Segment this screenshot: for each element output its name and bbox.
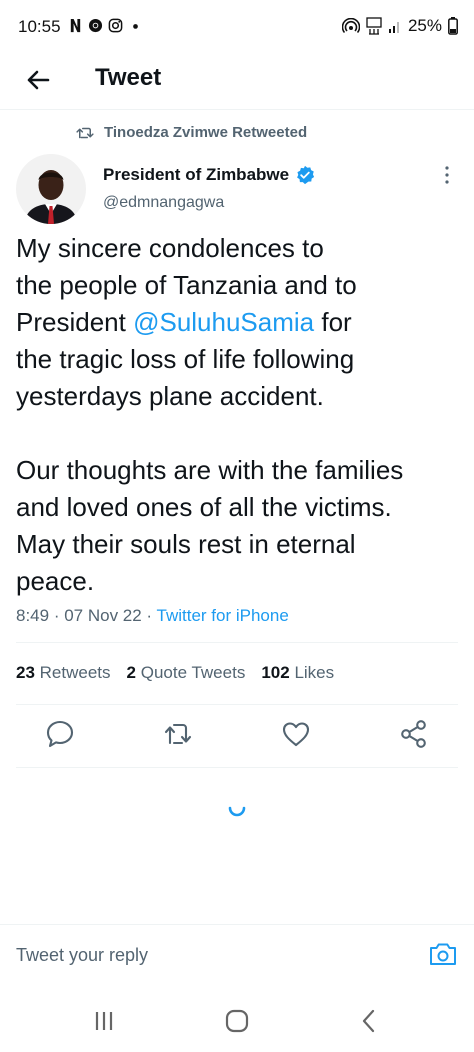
retweeted-by-label: Tinoedza Zvimwe Retweeted <box>104 124 308 141</box>
quote-tweets-label: Quote Tweets <box>140 663 246 682</box>
tweet-date[interactable]: 07 Nov 22 <box>64 606 142 625</box>
notification-icons <box>68 18 143 33</box>
tweet-text-segment: for <box>314 307 352 337</box>
dot-icon <box>133 24 138 29</box>
retweets-count: 23 <box>16 663 35 682</box>
retweets-label: Retweets <box>39 663 111 682</box>
retweet-icon <box>76 127 94 138</box>
divider <box>16 704 458 705</box>
tweet-stats: 23 Retweets 2 Quote Tweets 102 Likes <box>16 663 334 683</box>
battery-percent: 25% <box>407 16 442 35</box>
avatar-image <box>16 154 86 224</box>
system-navigation-bar <box>0 988 474 1052</box>
reply-bar: Tweet your reply <box>0 924 474 984</box>
avatar[interactable] <box>16 154 86 224</box>
chrome-icon <box>88 18 103 33</box>
retweet-context[interactable]: Tinoedza Zvimwe Retweeted <box>76 124 307 141</box>
author-name[interactable]: President of Zimbabwe <box>103 165 315 185</box>
likes-count: 102 <box>261 663 290 682</box>
back-arrow-icon[interactable] <box>22 64 54 96</box>
verified-badge-icon <box>297 165 315 185</box>
battery-icon <box>448 17 458 35</box>
meta-separator: · <box>141 606 157 625</box>
likes-label: Likes <box>294 663 335 682</box>
tweet-text-segment: President <box>16 307 134 337</box>
meta-separator: · <box>49 606 65 625</box>
quote-tweets-stat[interactable]: 2 Quote Tweets <box>127 663 246 683</box>
quote-tweets-count: 2 <box>126 663 136 682</box>
netflix-icon <box>70 18 81 33</box>
like-icon[interactable] <box>281 718 311 750</box>
tweet-meta: 8:49 · 07 Nov 22 · Twitter for iPhone <box>16 606 289 626</box>
reply-input[interactable]: Tweet your reply <box>16 945 148 966</box>
tweet-line: President @SuluhuSamia for <box>16 304 461 341</box>
camera-icon[interactable] <box>428 939 458 969</box>
volte-icon <box>366 17 382 35</box>
author-handle[interactable]: @edmnangagwa <box>103 194 224 212</box>
back-icon[interactable] <box>356 1008 382 1034</box>
reply-icon[interactable] <box>45 718 75 750</box>
tweet-text: My sincere condolences to the people of … <box>16 230 461 600</box>
page-title: Tweet <box>95 64 162 91</box>
signal-icon <box>388 22 399 33</box>
retweets-stat[interactable]: 23 Retweets <box>16 663 111 683</box>
tweet-line: May their souls rest in eternal <box>16 529 356 559</box>
instagram-icon <box>108 18 123 33</box>
author-name-text: President of Zimbabwe <box>103 165 290 184</box>
tweet-source-link[interactable]: Twitter for iPhone <box>157 606 289 625</box>
tweet-line: Our thoughts are with the families <box>16 455 404 485</box>
loading-spinner-icon <box>228 806 246 817</box>
home-icon[interactable] <box>224 1008 250 1034</box>
tweet-line: My sincere condolences to <box>16 233 324 263</box>
tweet-line: yesterdays plane accident. <box>16 381 324 411</box>
divider <box>16 767 458 768</box>
tweet-line: peace. <box>16 566 95 596</box>
share-icon[interactable] <box>399 718 429 750</box>
recent-apps-icon[interactable] <box>91 1008 117 1034</box>
tweet-time[interactable]: 8:49 <box>16 606 49 625</box>
retweet-icon[interactable] <box>163 718 193 750</box>
tweet-actions <box>0 718 474 754</box>
more-options-icon[interactable] <box>439 164 455 186</box>
tweet-line: and loved ones of all the victims. <box>16 492 392 522</box>
app-header: Tweet <box>0 52 474 110</box>
status-bar: 10:55 25% <box>0 0 474 52</box>
likes-stat[interactable]: 102 Likes <box>261 663 334 683</box>
hotspot-icon <box>341 18 360 34</box>
tweet-line: the tragic loss of life following <box>16 344 355 374</box>
status-time: 10:55 <box>18 17 61 36</box>
mention-link[interactable]: @SuluhuSamia <box>133 307 314 337</box>
tweet-line: the people of Tanzania and to <box>16 270 357 300</box>
divider <box>16 642 458 643</box>
status-right: 25% <box>341 16 458 36</box>
